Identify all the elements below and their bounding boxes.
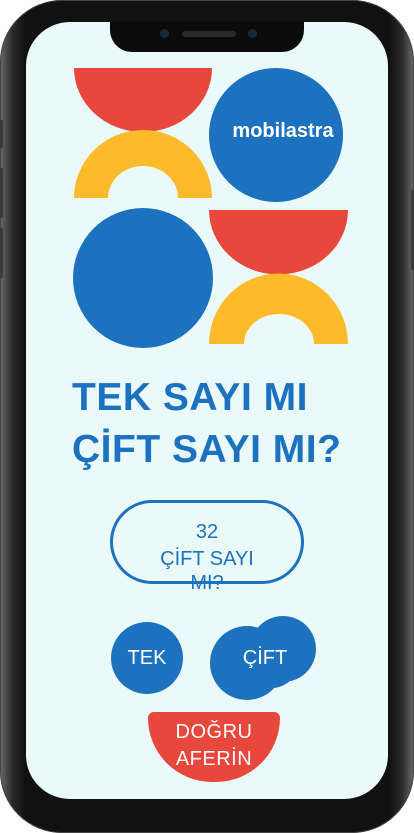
- question-text-line-1: ÇİFT SAYI: [160, 548, 254, 570]
- odd-answer-button[interactable]: TEK: [111, 622, 183, 694]
- even-answer-button-wrap: ÇİFT: [210, 616, 320, 700]
- question-text-line-2: MI?: [190, 572, 224, 594]
- feedback-line-2: AFERİN: [175, 748, 253, 770]
- speaker-grille-icon: [182, 31, 236, 37]
- blue-circle-left: [73, 208, 213, 348]
- sensor-icon: [248, 29, 257, 38]
- title-line-2: ÇİFT SAYI MI?: [72, 428, 342, 471]
- logo-artwork: [73, 68, 348, 348]
- page-title: TEK SAYI MI ÇİFT SAYI MI?: [72, 372, 382, 476]
- volume-up-button: [0, 168, 3, 218]
- question-number: 32: [195, 521, 219, 543]
- question-card: 32 ÇİFT SAYI MI?: [110, 500, 304, 594]
- red-half-circle-right: [209, 210, 348, 275]
- front-camera-icon: [160, 29, 169, 38]
- even-answer-button[interactable]: ÇİFT: [210, 616, 320, 700]
- question-text: ÇİFT SAYI MI?: [113, 547, 301, 595]
- feedback-line-1: DOĞRU: [175, 721, 253, 743]
- app-screen: mobilastra TEK SAYI MI ÇİFT SAYI MI? 32 …: [26, 22, 388, 799]
- yellow-arch-right: [209, 273, 348, 344]
- volume-down-button: [0, 228, 3, 278]
- mute-switch: [0, 120, 3, 148]
- brand-logo-text: mobilastra: [232, 120, 334, 142]
- feedback-badge: DOĞRU AFERİN: [148, 712, 280, 782]
- title-line-1: TEK SAYI MI: [72, 376, 308, 419]
- red-half-circle-top: [74, 68, 212, 132]
- notch: [110, 22, 304, 52]
- yellow-arch-top: [74, 130, 212, 198]
